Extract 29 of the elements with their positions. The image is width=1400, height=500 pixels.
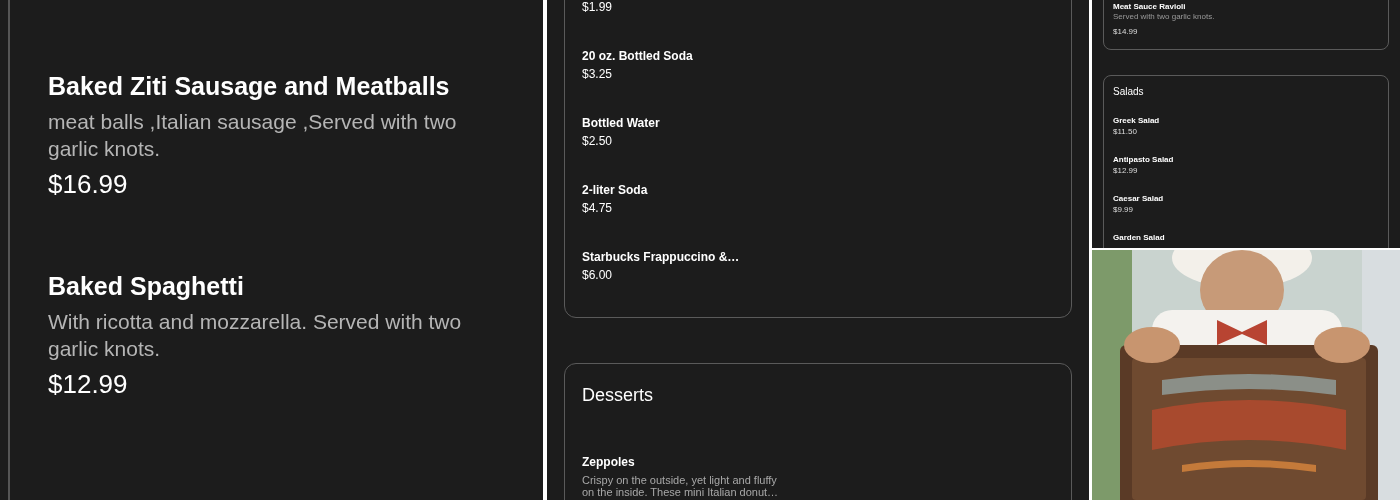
item-name: Caesar Salad bbox=[1113, 193, 1164, 204]
item-name: Baked Ziti Sausage and Meatballs bbox=[48, 71, 450, 102]
item-price: $16.99 bbox=[48, 168, 128, 200]
item-price: $14.99 bbox=[1113, 26, 1138, 37]
section-title: Desserts bbox=[582, 384, 653, 406]
item-price: $6.00 bbox=[582, 267, 613, 283]
item-price: $9.99 bbox=[1113, 204, 1134, 215]
item-price: $2.50 bbox=[582, 133, 613, 149]
item-name: Greek Salad bbox=[1113, 115, 1160, 126]
item-name: Garden Salad bbox=[1113, 232, 1165, 243]
item-description: meat balls ,Italian sausage ,Served with two garlic knots. bbox=[48, 109, 458, 162]
item-price: $12.99 bbox=[1113, 165, 1138, 176]
section-title: Salads bbox=[1113, 85, 1144, 99]
item-description: Served with two garlic knots. bbox=[1113, 12, 1215, 22]
item-name: Antipasto Salad bbox=[1113, 154, 1174, 165]
item-price: $11.50 bbox=[1113, 126, 1137, 137]
item-price: $3.25 bbox=[582, 66, 613, 82]
item-name: 2-liter Soda bbox=[582, 182, 648, 198]
item-name: Zeppoles bbox=[582, 454, 635, 470]
item-name: Bottled Water bbox=[582, 115, 660, 131]
item-name: Starbucks Frappuccino &… bbox=[582, 249, 740, 265]
item-description: With ricotta and mozzarella. Served with two garlic knots. bbox=[48, 309, 463, 362]
item-name: 20 oz. Bottled Soda bbox=[582, 48, 693, 64]
item-name: Baked Spaghetti bbox=[48, 271, 244, 302]
item-price: $12.99 bbox=[48, 368, 128, 400]
item-price: $4.75 bbox=[582, 200, 613, 216]
item-name: Meat Sauce Ravioli bbox=[1113, 1, 1186, 12]
item-description: Crispy on the outside, yet light and fluffy on the inside. These mini Italian donut… bbox=[582, 474, 780, 498]
item-price: $1.99 bbox=[582, 0, 613, 15]
